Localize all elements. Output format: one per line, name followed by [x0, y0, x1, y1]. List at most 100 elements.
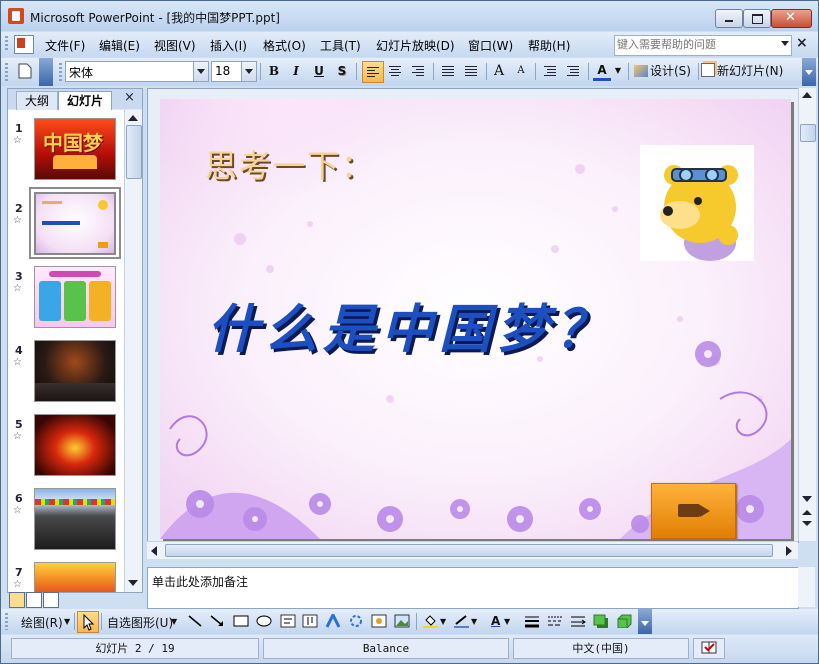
menu-edit[interactable]: 编辑(E) [99, 37, 140, 54]
slide-thumbnail-4[interactable]: 4 ☆ [8, 340, 124, 410]
chevron-down-icon[interactable]: ▼ [471, 617, 477, 626]
oval-tool-icon[interactable] [256, 614, 272, 628]
cartoon-bear-picture[interactable] [640, 145, 754, 261]
tab-slides[interactable]: 幻灯片 [58, 91, 112, 110]
slide-thumbnail-1[interactable]: 1 ☆ 中国梦 [8, 118, 124, 188]
close-window-button[interactable]: ✕ [771, 9, 812, 28]
line-style-icon[interactable] [524, 614, 540, 628]
drawing-font-color-icon[interactable]: A [491, 614, 500, 628]
menu-window[interactable]: 窗口(W) [468, 37, 513, 54]
slide-thumbnail-6[interactable]: 6 ☆ [8, 488, 124, 558]
scrollbar-thumb[interactable] [126, 125, 142, 179]
spelling-status-icon[interactable] [693, 638, 725, 659]
document-icon[interactable] [14, 35, 34, 54]
new-slide-button[interactable]: 新幻灯片(N) [701, 61, 789, 81]
chevron-down-icon[interactable]: ▼ [504, 617, 510, 626]
design-button[interactable]: 设计(S) [634, 61, 696, 81]
scroll-left-icon[interactable] [151, 546, 157, 556]
line-color-icon[interactable] [453, 614, 469, 628]
powerpoint-app-icon[interactable] [8, 8, 24, 24]
scroll-down-icon[interactable] [128, 580, 138, 586]
menu-insert[interactable]: 插入(I) [210, 37, 247, 54]
slide-thumbnail-3[interactable]: 3 ☆ [8, 266, 124, 336]
draw-menu-button[interactable]: 绘图(R) [21, 614, 63, 631]
drawbar-grip[interactable] [5, 613, 8, 630]
menu-slideshow[interactable]: 幻灯片放映(D) [376, 37, 455, 54]
wordart-icon[interactable] [325, 614, 341, 628]
font-color-button[interactable]: A [593, 61, 611, 81]
scroll-up-icon[interactable] [802, 92, 812, 98]
font-name-select[interactable]: 宋体 [65, 61, 209, 82]
help-search-box[interactable] [614, 35, 792, 56]
close-document-button[interactable]: × [796, 35, 808, 51]
align-right-button[interactable] [408, 61, 428, 81]
bullets-button[interactable] [461, 61, 481, 81]
vertical-text-box-icon[interactable] [302, 614, 318, 628]
font-size-select[interactable]: 18 [211, 61, 257, 82]
slide-horizontal-scrollbar[interactable] [147, 541, 798, 559]
dash-style-icon[interactable] [547, 614, 563, 628]
minimize-button[interactable] [715, 9, 743, 28]
scroll-down-icon[interactable] [802, 496, 812, 502]
arrow-style-icon[interactable] [570, 614, 586, 628]
notes-pane[interactable]: 单击此处添加备注 [147, 567, 799, 609]
chevron-down-icon[interactable] [193, 62, 208, 81]
menubar-grip[interactable] [5, 36, 8, 52]
slide-heading[interactable]: 思考一下： [205, 141, 375, 187]
align-center-button[interactable] [385, 61, 405, 81]
line-tool-icon[interactable] [187, 614, 203, 628]
current-slide[interactable]: 思考一下： 什么是中国梦？ [160, 99, 791, 539]
drawbar-overflow-button[interactable] [638, 609, 652, 634]
align-left-button[interactable] [362, 61, 384, 83]
next-slide-icon[interactable] [802, 521, 812, 526]
shadow-button[interactable]: S [333, 61, 351, 81]
rectangle-tool-icon[interactable] [233, 614, 249, 628]
3d-style-icon[interactable] [616, 614, 632, 628]
chevron-down-icon[interactable]: ▼ [64, 617, 70, 626]
slide-thumbnail-2[interactable]: 2 ☆ [8, 187, 124, 262]
scrollbar-thumb[interactable] [800, 124, 816, 142]
toolbar-overflow-left[interactable] [39, 58, 53, 86]
menu-help[interactable]: 帮助(H) [528, 37, 570, 54]
underline-button[interactable]: U [310, 61, 328, 81]
increase-indent-button[interactable] [563, 61, 583, 81]
decrease-font-size-button[interactable]: A [512, 61, 530, 81]
chevron-down-icon[interactable]: ▼ [440, 617, 446, 626]
slideshow-view-button[interactable] [43, 592, 59, 608]
slide-sorter-view-button[interactable] [26, 592, 42, 608]
slide-thumbnail-5[interactable]: 5 ☆ [8, 414, 124, 484]
italic-button[interactable]: I [287, 61, 305, 81]
insert-picture-icon[interactable] [394, 614, 410, 628]
shadow-style-icon[interactable] [593, 614, 609, 628]
increase-font-size-button[interactable]: A [490, 61, 508, 81]
autoshapes-menu-button[interactable]: 自选图形(U) [107, 614, 173, 631]
slide-thumbnail-7[interactable]: 7 ☆ [8, 562, 124, 592]
decrease-indent-button[interactable] [540, 61, 560, 81]
new-document-button[interactable] [14, 61, 36, 81]
clip-art-icon[interactable] [371, 614, 387, 628]
diagram-icon[interactable] [348, 614, 364, 628]
bold-button[interactable]: B [265, 61, 283, 81]
chevron-down-icon[interactable] [241, 62, 256, 81]
previous-slide-icon[interactable] [802, 510, 812, 515]
toolbar-grip-2[interactable] [59, 63, 62, 81]
slides-panel-scrollbar[interactable] [124, 110, 142, 592]
help-search-input[interactable] [617, 37, 767, 52]
menu-tools[interactable]: 工具(T) [320, 37, 361, 54]
menu-view[interactable]: 视图(V) [154, 37, 196, 54]
menu-format[interactable]: 格式(O) [263, 37, 306, 54]
chevron-down-icon[interactable] [781, 41, 789, 46]
toolbar-overflow-button[interactable] [802, 58, 816, 86]
scrollbar-thumb[interactable] [165, 544, 773, 557]
numbering-button[interactable] [438, 61, 458, 81]
video-action-button[interactable] [651, 483, 736, 539]
chevron-down-icon[interactable]: ▼ [171, 617, 177, 626]
menu-file[interactable]: 文件(F) [45, 37, 85, 54]
notes-scrollbar[interactable] [798, 567, 815, 607]
toolbar-grip[interactable] [5, 63, 8, 81]
scroll-right-icon[interactable] [786, 546, 792, 556]
fill-color-icon[interactable] [422, 614, 438, 628]
tab-outline[interactable]: 大纲 [16, 91, 58, 110]
font-color-dropdown[interactable]: ▼ [613, 61, 623, 81]
slide-vertical-scrollbar[interactable] [798, 88, 816, 541]
